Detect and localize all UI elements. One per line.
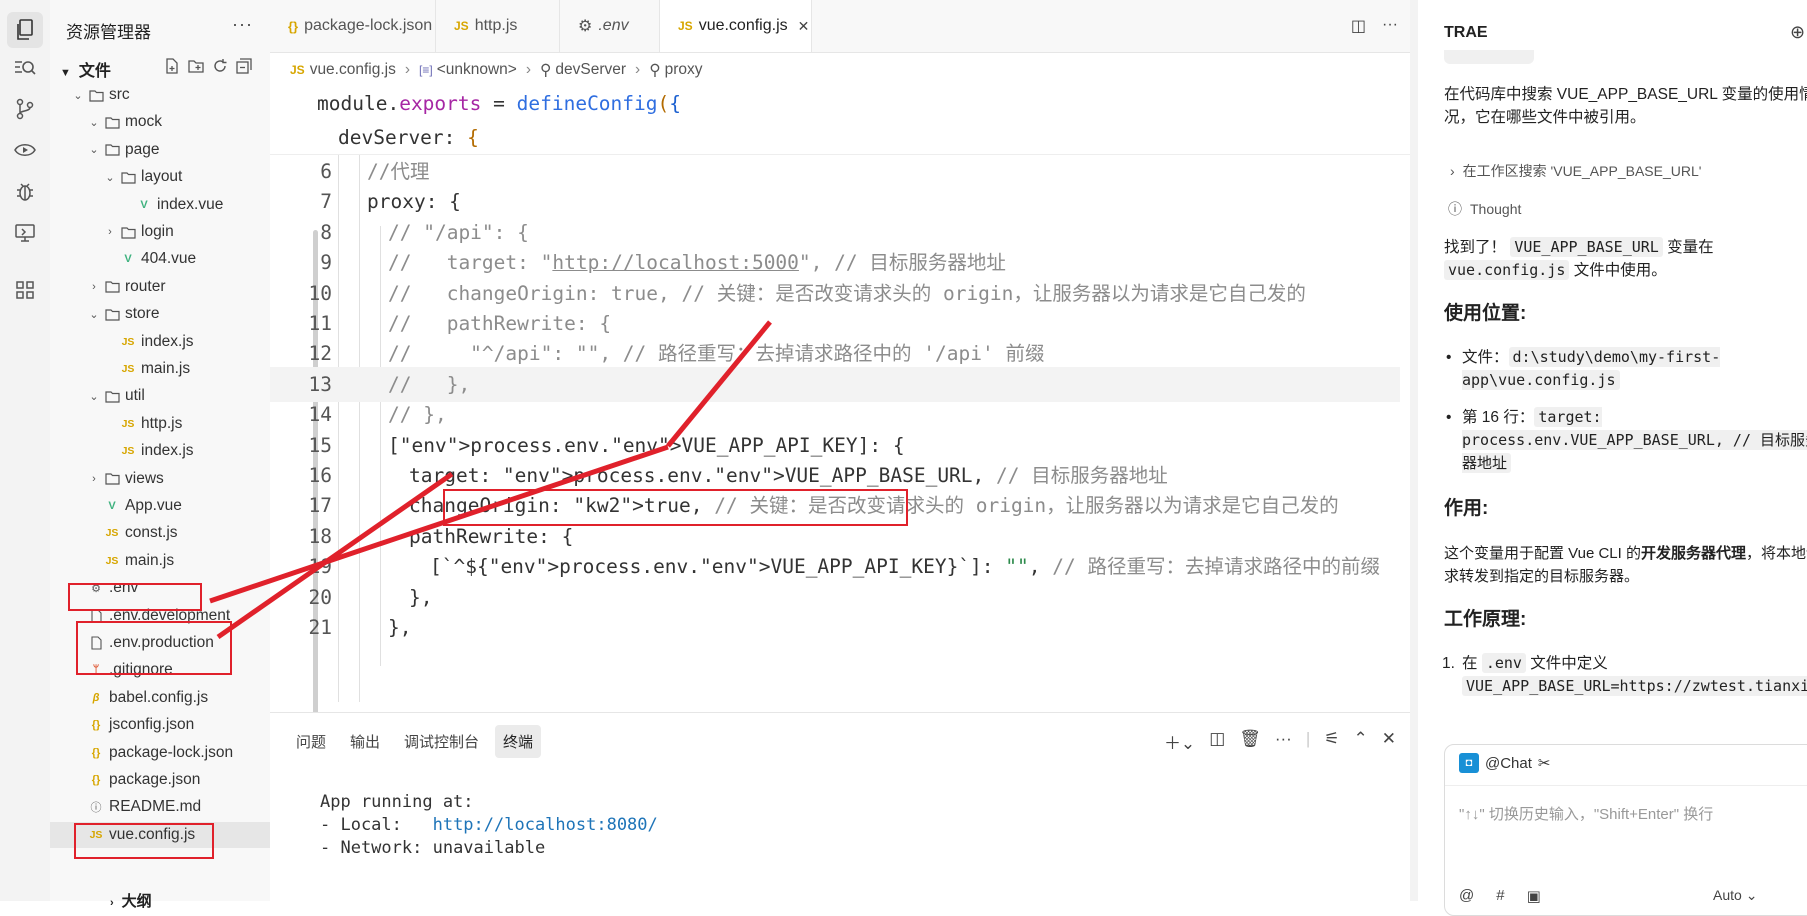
annotation-lines [209, 320, 772, 640]
